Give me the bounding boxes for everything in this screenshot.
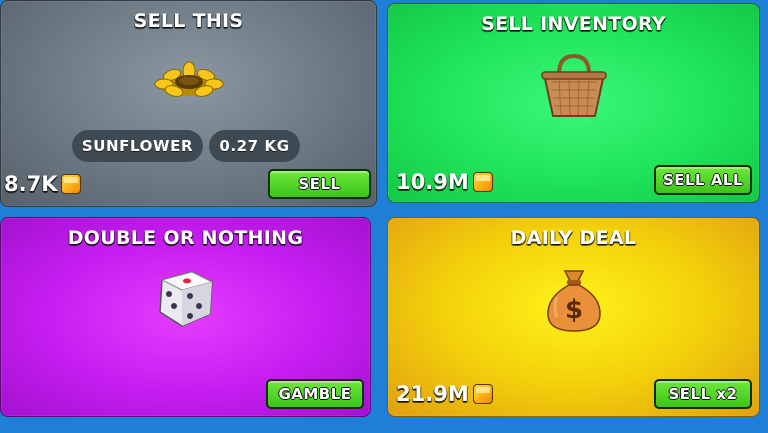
daily-deal-value: 21.9M [396,382,493,406]
sell-button[interactable]: SELL [268,169,371,199]
svg-text:$: $ [565,295,583,325]
money-bag-icon: $ [547,270,601,332]
sell-this-card: SELL THIS SUNFLOWER 0.27 KG 8.7K SELL [0,0,377,207]
sell-this-value: 8.7K [4,172,82,196]
daily-deal-title: DAILY DEAL [510,227,637,249]
sell-inventory-value: 10.9M [396,170,493,194]
daily-deal-value-text: 21.9M [396,382,469,406]
sell-this-title: SELL THIS [133,10,244,32]
sell-this-value-text: 8.7K [4,172,58,196]
currency-cube-icon [61,174,82,194]
sell-all-button[interactable]: SELL ALL [654,165,752,195]
currency-cube-icon [472,384,493,404]
double-or-nothing-card: DOUBLE OR NOTHING GAMBLE [0,217,371,417]
sell-inventory-value-text: 10.9M [396,170,469,194]
item-weight-pill: 0.27 KG [209,130,300,162]
gamble-button[interactable]: GAMBLE [266,379,364,409]
sunflower-icon [154,61,224,97]
sell-inventory-card: SELL INVENTORY 10.9M SELL ALL [387,3,760,203]
basket-icon [541,53,607,117]
item-name-pill: SUNFLOWER [72,130,203,162]
daily-deal-card: DAILY DEAL $ 21.9M SELL x2 [387,217,760,417]
sell-x2-button[interactable]: SELL x2 [654,379,752,409]
double-or-nothing-title: DOUBLE OR NOTHING [67,227,304,249]
currency-cube-icon [472,172,493,192]
dice-icon [159,271,214,327]
sell-inventory-title: SELL INVENTORY [481,13,666,35]
